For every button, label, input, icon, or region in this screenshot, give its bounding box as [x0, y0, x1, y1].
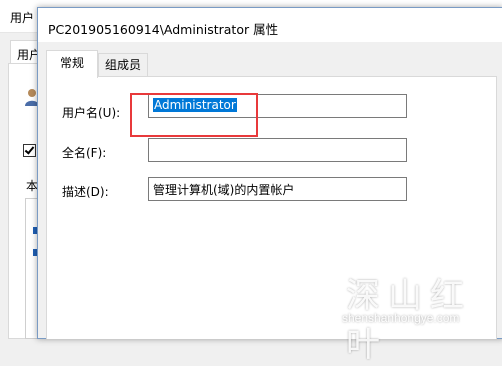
- tab-panel-general: 用户名(U): Administrator 全名(F): 描述(D): 管理计算…: [46, 76, 497, 339]
- username-field[interactable]: Administrator: [148, 94, 407, 118]
- background-checkbox[interactable]: [23, 144, 36, 157]
- description-label: 描述(D):: [62, 185, 109, 199]
- fullname-field[interactable]: [148, 138, 407, 162]
- background-window-title: 用户: [10, 11, 35, 25]
- fullname-label: 全名(F):: [62, 146, 107, 160]
- dialog-title: PC201905160914\Administrator 属性: [48, 22, 279, 37]
- username-value: Administrator: [153, 98, 237, 112]
- tab-strip: 常规 组成员: [46, 50, 496, 78]
- properties-dialog: PC201905160914\Administrator 属性 常规 组成员 用…: [37, 7, 502, 339]
- description-value: 管理计算机(域)的内置帐户: [153, 183, 295, 197]
- dialog-title-bar: PC201905160914\Administrator 属性: [38, 8, 502, 42]
- tab-member-of[interactable]: 组成员: [98, 53, 148, 76]
- description-field[interactable]: 管理计算机(域)的内置帐户: [148, 177, 407, 201]
- tab-general[interactable]: 常规: [46, 50, 98, 78]
- username-label: 用户名(U):: [62, 106, 121, 120]
